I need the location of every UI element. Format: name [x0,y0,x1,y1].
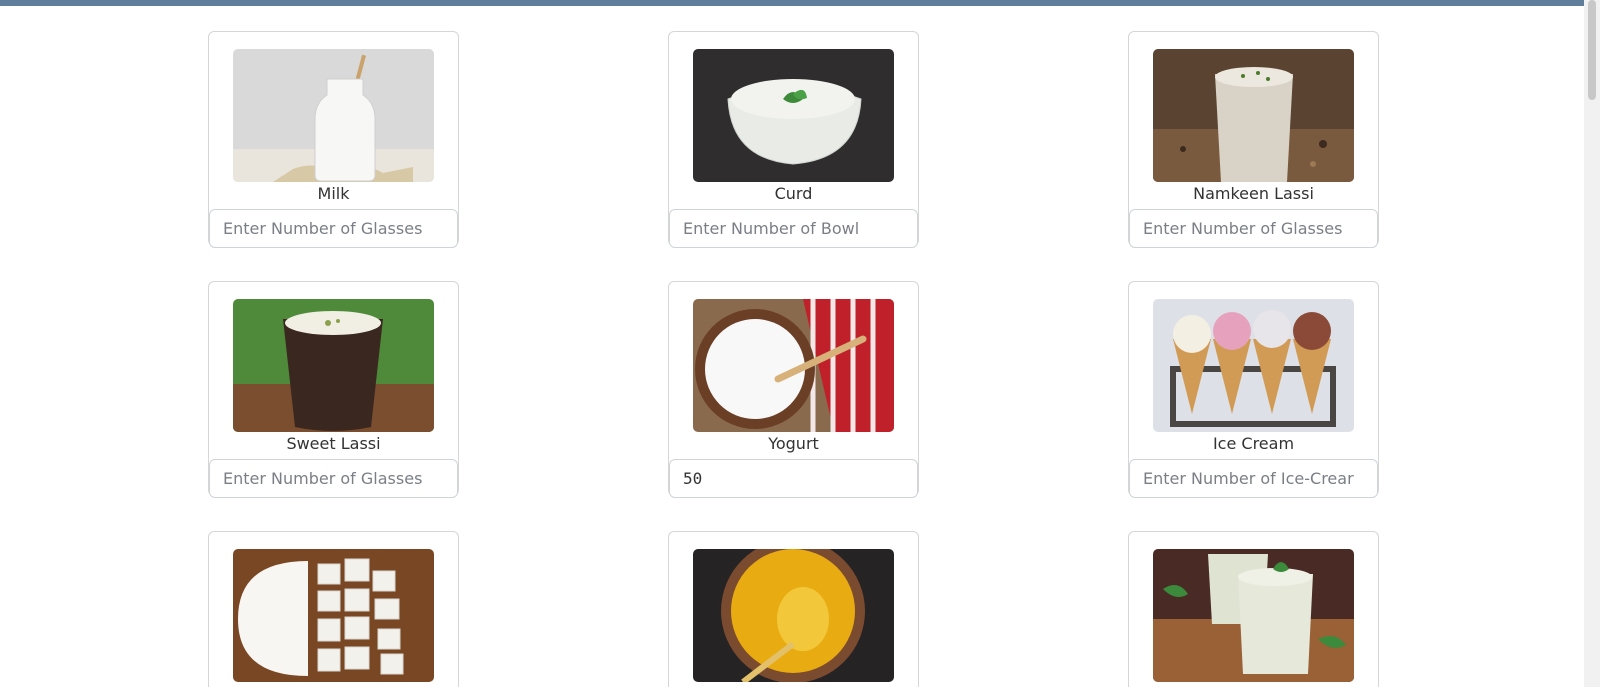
curd-bowl-icon [693,49,894,182]
milk-bottle-icon [233,49,434,182]
curd-quantity-input[interactable] [669,209,918,248]
product-label: Ice Cream [1212,434,1295,453]
scrollbar-thumb[interactable] [1588,0,1596,100]
lassi-glass-icon [1153,49,1354,182]
product-card-yogurt: Yogurt [668,281,919,498]
milk-quantity-input[interactable] [209,209,458,248]
product-label: Yogurt [768,434,819,453]
sweet-lassi-icon [233,299,434,432]
product-card-milk: Milk [208,31,459,248]
yogurt-bowl-icon [693,299,894,432]
namkeen-lassi-quantity-input[interactable] [1129,209,1378,248]
product-card-paneer [208,531,459,687]
ice-cream-quantity-input[interactable] [1129,459,1378,498]
product-card-ice-cream: Ice Cream [1128,281,1379,498]
paneer-cubes-icon [233,549,434,682]
product-label: Curd [774,184,813,203]
sweet-lassi-quantity-input[interactable] [209,459,458,498]
product-card-curd: Curd [668,31,919,248]
product-label: Milk [317,184,350,203]
ice-cream-cones-icon [1153,299,1354,432]
product-card-buttermilk [1128,531,1379,687]
ghee-bowl-icon [693,549,894,682]
yogurt-quantity-input[interactable] [669,459,918,498]
buttermilk-glasses-icon [1153,549,1354,682]
product-label: Namkeen Lassi [1193,184,1314,203]
product-label: Sweet Lassi [286,434,381,453]
product-card-ghee [668,531,919,687]
product-card-sweet-lassi: Sweet Lassi [208,281,459,498]
top-accent-bar [0,0,1584,6]
product-card-namkeen-lassi: Namkeen Lassi [1128,31,1379,248]
page-scrollbar[interactable] [1584,0,1600,687]
